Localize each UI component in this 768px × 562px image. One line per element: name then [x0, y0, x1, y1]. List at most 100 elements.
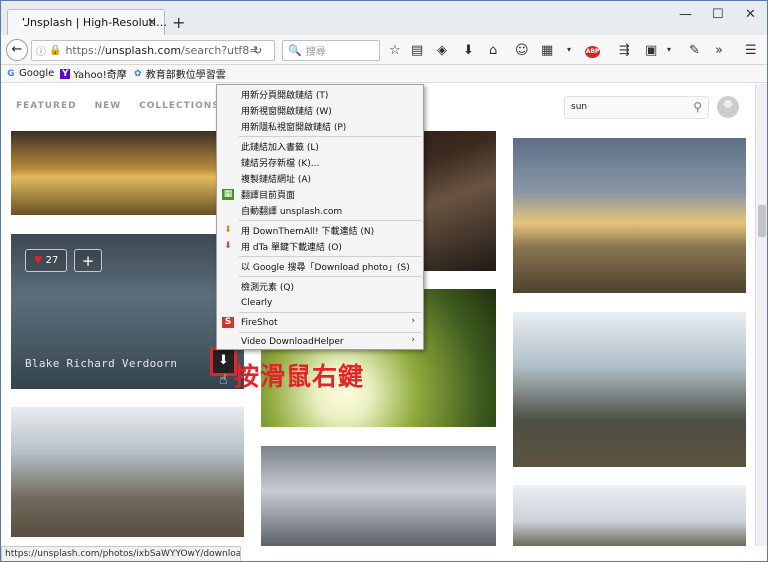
menu-item-open-new-window[interactable]: 用新視窗開啟鏈結 (W) [217, 103, 423, 118]
url-bar[interactable]: ⓘ 🔒 https://unsplash.com/search?utf8= [31, 40, 275, 61]
menu-item-auto-translate[interactable]: 自動翻譯 unsplash.com [217, 203, 423, 218]
menu-item-translate-page[interactable]: ▦ 翻譯目前頁面 [217, 187, 423, 202]
nav-new[interactable]: NEW [95, 101, 122, 111]
menu-item-label: Video DownloadHelper [241, 336, 344, 347]
menu-item-label: 以 Google 搜尋「Download photo」(S) [241, 263, 410, 273]
bookmarks-bar: G Google Y Yahoo!奇摩 ✿ 教育部數位學習雲 [1, 65, 767, 83]
close-window-button[interactable]: ✕ [745, 7, 756, 22]
google-icon: G [7, 68, 15, 79]
bookmark-label: Google [19, 68, 55, 79]
url-path: /search?utf8= [181, 44, 259, 57]
feather-icon[interactable]: ✎ [689, 43, 700, 58]
dropdown-icon-2[interactable]: ▾ [667, 45, 671, 54]
menu-item-copy-link[interactable]: 複製鏈結網址 (A) [217, 171, 423, 186]
downthemall-icon: ⬇ [224, 225, 232, 235]
info-icon[interactable]: ⓘ [36, 43, 46, 58]
photo-woman-hat[interactable] [513, 312, 746, 467]
photo-grass-sunset[interactable] [11, 131, 244, 215]
menu-separator [239, 220, 421, 221]
clipboard-icon[interactable]: ▣ [645, 43, 657, 58]
back-button[interactable]: ← [6, 39, 28, 61]
add-to-collection-button[interactable]: + [74, 249, 102, 272]
like-button[interactable]: ♥ 27 [25, 249, 67, 272]
url-domain: unsplash.com [104, 44, 182, 57]
menu-item-open-new-tab[interactable]: 用新分頁開啟鏈結 (T) [217, 87, 423, 102]
menu-item-fireshot[interactable]: S FireShot › [217, 315, 423, 330]
unsplash-nav: FEATURED NEW COLLECTIONS [16, 101, 238, 111]
bookmark-label: Yahoo!奇摩 [73, 70, 127, 81]
menu-item-label: 用 DownThemAll! 下載連結 (N) [241, 227, 375, 237]
avatar[interactable] [717, 96, 739, 118]
tab-close-icon[interactable]: × [147, 15, 157, 29]
home-icon[interactable]: ⌂ [489, 43, 497, 58]
menu-item-label: Clearly [241, 297, 273, 308]
scrollbar-thumb[interactable] [758, 205, 766, 237]
menu-item-save-link-as[interactable]: 鏈結另存新檔 (K)... [217, 155, 423, 170]
dropdown-icon[interactable]: ▾ [567, 45, 571, 54]
fireshot-icon: S [222, 317, 234, 328]
chat-icon[interactable]: ☺ [515, 43, 529, 58]
scrollbar[interactable] [755, 84, 767, 546]
menu-separator [239, 136, 421, 137]
menu-item-inspect-element[interactable]: 檢測元素 (Q) [217, 279, 423, 294]
status-bar: https://unsplash.com/photos/ixbSaWYYOwY/… [1, 546, 241, 561]
bookmark-yahoo[interactable]: Y Yahoo!奇摩 [60, 66, 127, 81]
minimize-button[interactable]: — [679, 7, 692, 22]
menu-item-downthemall[interactable]: ⬇ 用 DownThemAll! 下載連結 (N) [217, 223, 423, 238]
overflow-icon[interactable]: » [715, 43, 723, 58]
menu-item-label: 鏈結另存新檔 (K)... [241, 159, 320, 169]
menu-item-open-private-window[interactable]: 用新隱私視窗開啟鏈結 (P) [217, 119, 423, 134]
menu-item-label: 檢測元素 (Q) [241, 283, 294, 293]
reading-list-icon[interactable]: ▤ [411, 43, 423, 58]
translate-toolbar-icon[interactable]: ▦ [541, 43, 553, 58]
menu-item-bookmark-link[interactable]: 此鏈結加入書籤 (L) [217, 139, 423, 154]
dta-icon: ⬇ [224, 241, 232, 251]
browser-tab[interactable]: Unsplash | High-Resoluti… × [7, 9, 167, 35]
url-text: https://unsplash.com/search?utf8= [65, 44, 258, 57]
bookmark-google[interactable]: G Google [6, 68, 54, 79]
new-tab-button[interactable]: + [172, 13, 185, 32]
menu-item-video-downloadhelper[interactable]: Video DownloadHelper › [217, 334, 423, 349]
menu-item-label: 用新分頁開啟鏈結 (T) [241, 91, 329, 101]
extension-icon[interactable]: ⇶ [619, 43, 630, 58]
menu-item-label: 用新隱私視窗開啟鏈結 (P) [241, 123, 347, 133]
unsplash-search-input[interactable]: sun ⚲ [564, 96, 709, 119]
menu-item-label: 用 dTa 單鍵下載連結 (O) [241, 243, 342, 253]
menu-item-dta-onekey[interactable]: ⬇ 用 dTa 單鍵下載連結 (O) [217, 239, 423, 254]
photographer-name[interactable]: Blake Richard Verdoorn [25, 357, 177, 370]
nav-featured[interactable]: FEATURED [16, 101, 77, 111]
download-icon[interactable]: ⬇ [463, 43, 474, 58]
hand-cursor-icon: ☝ [219, 372, 228, 388]
photo-forest-rays[interactable] [261, 446, 496, 546]
adblock-icon[interactable]: ABP [585, 46, 600, 58]
context-menu: 用新分頁開啟鏈結 (T) 用新視窗開啟鏈結 (W) 用新隱私視窗開啟鏈結 (P)… [216, 84, 424, 350]
photo-hollywood-sign[interactable] [513, 485, 746, 546]
lock-icon: 🔒 [49, 45, 62, 56]
menu-item-label: 用新視窗開啟鏈結 (W) [241, 107, 332, 117]
yahoo-icon: Y [60, 68, 71, 79]
pocket-icon[interactable]: ◈ [437, 43, 447, 58]
title-bar: Unsplash | High-Resoluti… × + — ☐ ✕ [1, 1, 767, 35]
photo-field-sunset[interactable] [513, 138, 746, 293]
menu-item-label: 自動翻譯 unsplash.com [241, 207, 343, 217]
bookmark-star-icon[interactable]: ☆ [389, 43, 401, 58]
search-placeholder: 搜尋 [305, 47, 326, 58]
menu-item-clearly[interactable]: Clearly [217, 295, 423, 310]
maximize-button[interactable]: ☐ [712, 7, 724, 22]
bookmark-label: 教育部數位學習雲 [145, 70, 226, 81]
menu-item-label: 此鏈結加入書籤 (L) [241, 143, 319, 153]
menu-item-label: 複製鏈結網址 (A) [241, 175, 312, 185]
annotation-right-click: 按滑鼠右鍵 [234, 362, 365, 391]
search-icon[interactable]: ⚲ [693, 97, 702, 118]
nav-collections[interactable]: COLLECTIONS [139, 101, 220, 111]
reload-button[interactable]: ↻ [253, 44, 262, 57]
photo-forest-sunbeams[interactable] [11, 407, 244, 537]
menu-item-google-search[interactable]: 以 Google 搜尋「Download photo」(S) [217, 259, 423, 274]
menu-item-label: FireShot [241, 317, 278, 328]
photo-field-dark[interactable]: ♥ 27 + Blake Richard Verdoorn ⬇ ☝ [11, 234, 244, 389]
hamburger-menu-icon[interactable]: ☰ [745, 43, 757, 58]
edu-icon: ✿ [133, 68, 142, 79]
submenu-arrow-icon: › [411, 335, 415, 345]
bookmark-edu[interactable]: ✿ 教育部數位學習雲 [133, 66, 226, 82]
search-bar[interactable]: 🔍 搜尋 [282, 40, 380, 61]
